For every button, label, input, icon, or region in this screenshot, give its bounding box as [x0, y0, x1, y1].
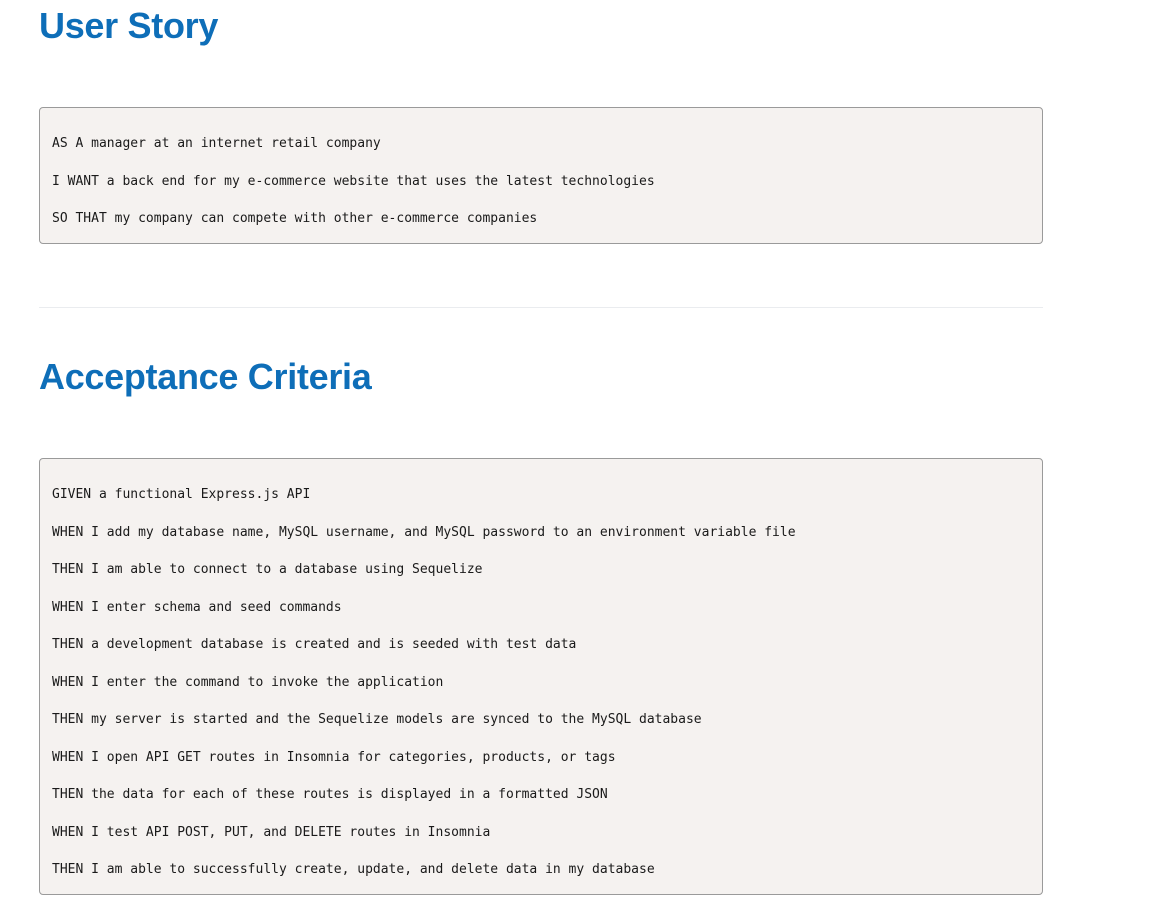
- user-story-line: AS A manager at an internet retail compa…: [52, 136, 381, 151]
- user-story-line: I WANT a back end for my e-commerce webs…: [52, 173, 655, 189]
- user-story-heading: User Story: [39, 5, 219, 46]
- acceptance-criteria-code-block: GIVEN a functional Express.js API WHEN I…: [39, 458, 1043, 895]
- section-divider: [39, 307, 1043, 308]
- criteria-line: WHEN I enter schema and seed commands: [52, 599, 342, 615]
- criteria-line: WHEN I enter the command to invoke the a…: [52, 674, 444, 690]
- acceptance-criteria-heading: Acceptance Criteria: [39, 356, 372, 397]
- criteria-line: WHEN I test API POST, PUT, and DELETE ro…: [52, 824, 491, 840]
- criteria-line: THEN my server is started and the Sequel…: [52, 712, 702, 727]
- criteria-line: THEN a development database is created a…: [52, 637, 577, 652]
- user-story-code-block: AS A manager at an internet retail compa…: [39, 107, 1043, 244]
- criteria-line: THEN I am able to successfully create, u…: [52, 862, 655, 877]
- criteria-line: GIVEN a functional Express.js API: [52, 487, 311, 502]
- criteria-line: THEN the data for each of these routes i…: [52, 787, 608, 802]
- user-story-line: SO THAT my company can compete with othe…: [52, 211, 538, 226]
- criteria-line: WHEN I add my database name, MySQL usern…: [52, 524, 796, 540]
- criteria-line: WHEN I open API GET routes in Insomnia f…: [52, 749, 616, 765]
- criteria-line: THEN I am able to connect to a database …: [52, 562, 483, 577]
